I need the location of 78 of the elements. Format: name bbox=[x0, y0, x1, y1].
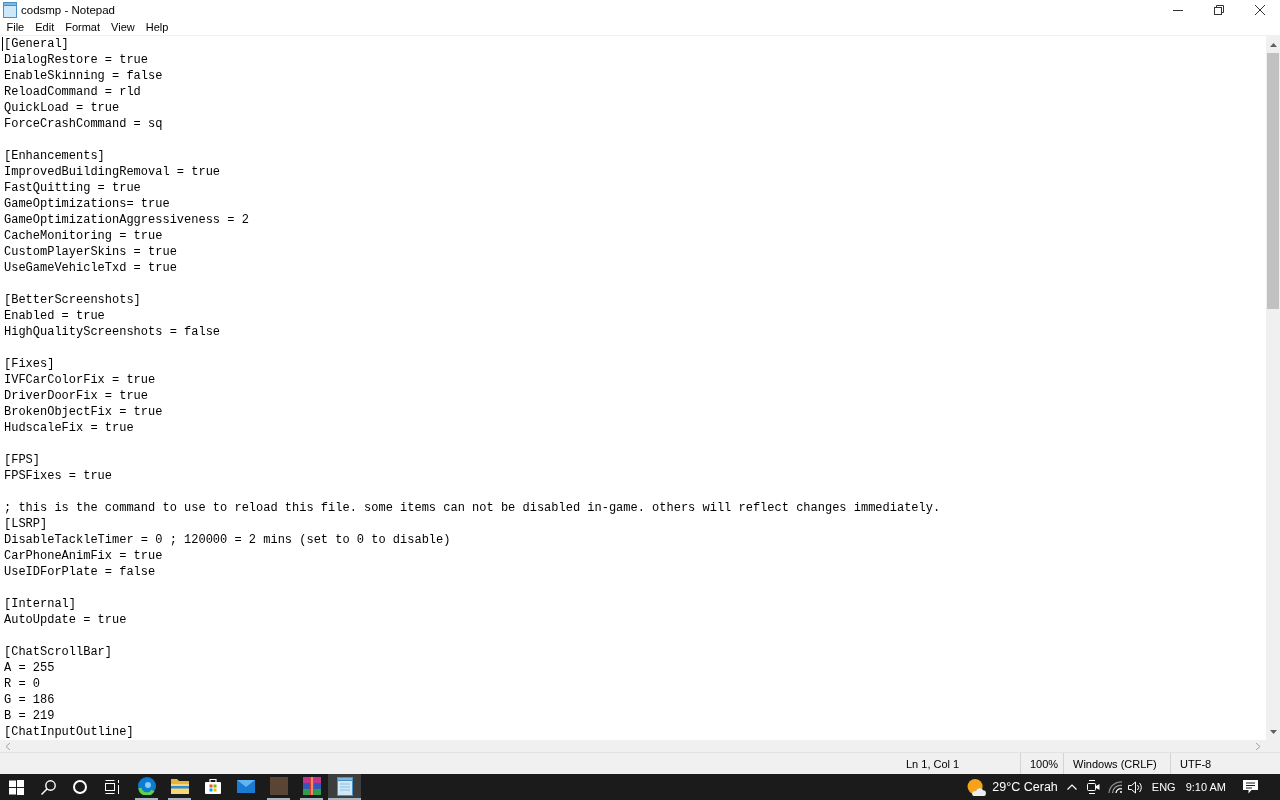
windows-logo-icon bbox=[8, 779, 24, 795]
chevron-up-icon bbox=[1269, 42, 1277, 47]
scrollbar-thumb[interactable] bbox=[1267, 53, 1279, 309]
notepad-icon bbox=[336, 776, 353, 796]
text-line: GameOptimizationAggressiveness = 2 bbox=[4, 212, 249, 228]
text-line: [ChatInputOutline] bbox=[4, 724, 134, 740]
text-cursor bbox=[2, 37, 3, 51]
folder-icon bbox=[170, 778, 189, 794]
chevron-down-icon bbox=[1269, 729, 1277, 734]
text-line: ForceCrashCommand = sq bbox=[4, 116, 163, 132]
text-line: ; this is the command to use to reload this file. some items can not be disabled in-game. others will reflect changes immediately. bbox=[4, 500, 941, 516]
text-line: A = 255 bbox=[4, 660, 55, 676]
text-line: UseGameVehicleTxd = true bbox=[4, 260, 177, 276]
menu-item[interactable]: Help bbox=[140, 20, 174, 35]
status-text: Ln 1, Col 1 bbox=[906, 756, 960, 771]
chevron-up-icon bbox=[1066, 784, 1077, 790]
text-line: [Enhancements] bbox=[4, 148, 105, 164]
speech-bubble-icon bbox=[1242, 780, 1258, 794]
minimize-icon bbox=[1172, 9, 1183, 11]
status-text: 100% bbox=[1030, 756, 1059, 771]
camera-icon bbox=[1087, 780, 1101, 794]
text-line: Enabled = true bbox=[4, 308, 105, 324]
text-line: [BetterScreenshots] bbox=[4, 292, 141, 308]
text-line: [Fixes] bbox=[4, 356, 55, 372]
sun-cloud-icon bbox=[967, 778, 987, 796]
text-line: [General] bbox=[4, 36, 69, 52]
close-icon bbox=[1254, 5, 1265, 15]
text-line: GameOptimizations= true bbox=[4, 196, 170, 212]
text-line: EnableSkinning = false bbox=[4, 68, 163, 84]
language-button[interactable]: ENG bbox=[1145, 774, 1182, 800]
menu-item[interactable]: Edit bbox=[29, 20, 60, 35]
weather-button[interactable]: 29°C Cerah bbox=[962, 774, 1061, 800]
text-line: R = 0 bbox=[4, 676, 40, 692]
text-line: DisableTackleTimer = 0 ; 120000 = 2 mins (set to 0 to disable) bbox=[4, 532, 451, 548]
speaker-icon bbox=[1128, 780, 1144, 794]
task-view-icon bbox=[104, 780, 120, 794]
text-line: CustomPlayerSkins = true bbox=[4, 244, 177, 260]
clock-button[interactable]: 9:10 AM bbox=[1181, 774, 1230, 800]
text-line: DriverDoorFix = true bbox=[4, 388, 149, 404]
circle-logo-icon bbox=[137, 777, 156, 795]
text-line: UseIDForPlate = false bbox=[4, 564, 156, 580]
chevron-left-icon bbox=[6, 742, 10, 750]
menu-item[interactable]: View bbox=[105, 20, 141, 35]
shopping-bag-icon bbox=[204, 778, 221, 794]
menu-item[interactable]: File bbox=[1, 20, 30, 35]
text-line: FastQuitting = true bbox=[4, 180, 141, 196]
ring-icon bbox=[73, 780, 87, 794]
text-line: BrokenObjectFix = true bbox=[4, 404, 163, 420]
text-line: AutoUpdate = true bbox=[4, 612, 127, 628]
text-line: CarPhoneAnimFix = true bbox=[4, 548, 163, 564]
text-line: HighQualityScreenshots = false bbox=[4, 324, 221, 340]
chevron-right-icon bbox=[1256, 742, 1260, 750]
text-line: QuickLoad = true bbox=[4, 100, 120, 116]
window-title: codsmp - Notepad bbox=[21, 3, 115, 17]
notepad-icon bbox=[3, 2, 17, 18]
restore-icon bbox=[1213, 5, 1224, 15]
text-line: [FPS] bbox=[4, 452, 40, 468]
text-line: ImprovedBuildingRemoval = true bbox=[4, 164, 221, 180]
text-line: [ChatScrollBar] bbox=[4, 644, 113, 660]
wifi-icon bbox=[1107, 781, 1123, 793]
text-line: [Internal] bbox=[4, 596, 76, 612]
search-icon bbox=[40, 779, 56, 795]
text-line: HudscaleFix = true bbox=[4, 420, 134, 436]
text-line: DialogRestore = true bbox=[4, 52, 149, 68]
text-line: IVFCarColorFix = true bbox=[4, 372, 156, 388]
taskbar-app-button[interactable] bbox=[328, 774, 361, 800]
text-line: CacheMonitoring = true bbox=[4, 228, 163, 244]
text-line: ReloadCommand = rld bbox=[4, 84, 141, 100]
stacked-books-icon bbox=[302, 777, 321, 795]
text-line: B = 219 bbox=[4, 708, 55, 724]
app-tile-icon bbox=[269, 777, 288, 795]
status-text: Windows (CRLF) bbox=[1073, 756, 1157, 771]
envelope-icon bbox=[236, 779, 255, 793]
text-line: FPSFixes = true bbox=[4, 468, 113, 484]
menu-item[interactable]: Format bbox=[59, 20, 106, 35]
status-text: UTF-8 bbox=[1180, 756, 1212, 771]
text-line: [LSRP] bbox=[4, 516, 48, 532]
text-line: G = 186 bbox=[4, 692, 55, 708]
